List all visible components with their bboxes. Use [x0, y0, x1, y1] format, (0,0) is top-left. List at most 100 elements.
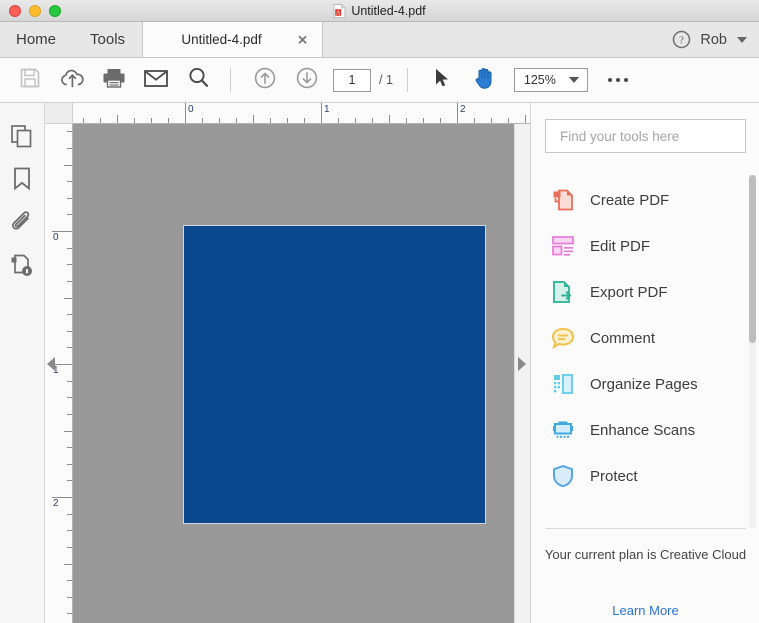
- ruler-minor-tick: [508, 118, 509, 123]
- ruler-label: 2: [460, 104, 466, 115]
- page-thumbnails-button[interactable]: [5, 119, 39, 157]
- tab-untitled-4-pdf[interactable]: Untitled-4.pdf ✕: [142, 22, 324, 57]
- ruler-minor-tick: [67, 380, 72, 382]
- next-page-button[interactable]: [289, 62, 325, 98]
- attachments-button[interactable]: [5, 205, 39, 243]
- more-options-button[interactable]: [607, 77, 629, 83]
- acrobat-pdf-icon: A: [333, 3, 347, 18]
- hand-tool-button[interactable]: [466, 62, 502, 98]
- tool-label: Edit PDF: [590, 237, 651, 255]
- tool-row-enhance-scans[interactable]: Enhance Scans: [545, 407, 746, 453]
- ruler-minor-tick: [389, 115, 390, 123]
- select-tool-button[interactable]: [424, 62, 460, 98]
- learn-more-link[interactable]: Learn More: [531, 603, 759, 618]
- ruler-minor-tick: [67, 330, 72, 332]
- document-vertical-scrollbar[interactable]: [514, 124, 530, 623]
- arrow-up-circle-icon: [253, 66, 277, 95]
- save-button[interactable]: [12, 62, 48, 98]
- zoom-level-select[interactable]: 125%: [513, 68, 588, 92]
- ruler-minor-tick: [67, 280, 72, 282]
- tool-row-organize-pages[interactable]: Organize Pages: [545, 361, 746, 407]
- ruler-major-tick: [321, 103, 322, 123]
- maximize-window-button[interactable]: [49, 4, 61, 17]
- hand-icon: [472, 65, 496, 95]
- previous-page-button[interactable]: [247, 62, 283, 98]
- ruler-minor-tick: [253, 115, 254, 123]
- tool-row-edit-pdf[interactable]: Edit PDF: [545, 223, 746, 269]
- tool-row-create-pdf[interactable]: Create PDF: [545, 177, 746, 223]
- search-button[interactable]: [180, 62, 216, 98]
- ruler-vertical: 012: [45, 124, 73, 623]
- window-titlebar: A Untitled-4.pdf: [0, 0, 759, 22]
- upload-to-cloud-button[interactable]: [54, 62, 90, 98]
- question-circle-icon[interactable]: ?: [672, 30, 691, 49]
- ruler-minor-tick: [219, 118, 220, 123]
- comment-icon: [550, 325, 576, 351]
- envelope-icon: [143, 68, 169, 93]
- ruler-label: 2: [53, 498, 59, 509]
- chevron-down-icon[interactable]: [737, 36, 747, 43]
- ruler-minor-tick: [67, 181, 72, 183]
- document-viewer: 012 012: [45, 103, 530, 623]
- ruler-major-tick: [457, 103, 458, 123]
- close-window-button[interactable]: [9, 4, 21, 17]
- cloud-upload-icon: [60, 66, 85, 95]
- window-controls: [9, 4, 61, 17]
- minimize-window-button[interactable]: [29, 4, 41, 17]
- organize-pages-icon: [550, 371, 576, 397]
- signatures-button[interactable]: [5, 248, 39, 286]
- ruler-minor-tick: [67, 147, 72, 149]
- save-icon: [18, 66, 42, 95]
- user-zone: ? Rob: [672, 22, 759, 57]
- svg-text:?: ?: [679, 35, 684, 47]
- ruler-minor-tick: [100, 118, 101, 123]
- collapse-right-arrow-icon[interactable]: [518, 357, 526, 371]
- ruler-minor-tick: [67, 596, 72, 598]
- svg-text:A: A: [336, 11, 341, 17]
- menu-tools[interactable]: Tools: [73, 22, 142, 57]
- ruler-minor-tick: [64, 164, 72, 166]
- tab-bar: Home Tools Untitled-4.pdf ✕ ? Rob: [0, 22, 759, 58]
- ruler-minor-tick: [67, 214, 72, 216]
- ruler-minor-tick: [67, 447, 72, 449]
- tool-row-export-pdf[interactable]: Export PDF: [545, 269, 746, 315]
- menu-home[interactable]: Home: [0, 22, 73, 57]
- close-icon[interactable]: ✕: [297, 33, 308, 46]
- chevron-down-icon[interactable]: [568, 77, 579, 83]
- collapse-left-arrow-icon[interactable]: [47, 357, 55, 371]
- ruler-minor-tick: [67, 131, 72, 133]
- search-input[interactable]: [560, 128, 740, 144]
- tools-panel-scrollbar-thumb[interactable]: [749, 175, 756, 343]
- tab-bar-filler: [323, 22, 673, 57]
- ruler-minor-tick: [134, 118, 135, 123]
- tool-row-comment[interactable]: Comment: [545, 315, 746, 361]
- ruler-minor-tick: [67, 463, 72, 465]
- user-name[interactable]: Rob: [700, 32, 727, 48]
- tool-row-protect[interactable]: Protect: [545, 453, 746, 499]
- ruler-label: 0: [188, 104, 194, 115]
- bookmarks-button[interactable]: [5, 162, 39, 200]
- ruler-minor-tick: [474, 118, 475, 123]
- magnifier-icon: [186, 65, 211, 95]
- dot-3: [623, 77, 629, 83]
- ruler-minor-tick: [151, 118, 152, 123]
- ruler-minor-tick: [67, 513, 72, 515]
- create-pdf-icon: [550, 187, 576, 213]
- ruler-minor-tick: [67, 314, 72, 316]
- blue-rectangle[interactable]: [183, 225, 486, 524]
- tab-label: Untitled-4.pdf: [181, 32, 262, 47]
- ruler-minor-tick: [423, 118, 424, 123]
- tool-label: Organize Pages: [590, 375, 698, 393]
- email-button[interactable]: [138, 62, 174, 98]
- plan-status-text: Your current plan is Creative Cloud: [544, 547, 747, 562]
- page-canvas[interactable]: [73, 124, 514, 623]
- page-total-label: / 1: [379, 73, 393, 87]
- ruler-minor-tick: [67, 580, 72, 582]
- toolbar-divider-2: [406, 68, 408, 92]
- ruler-minor-tick: [67, 397, 72, 399]
- tools-search-box[interactable]: [545, 119, 746, 153]
- window-title-text: Untitled-4.pdf: [351, 4, 426, 18]
- page-number-input[interactable]: 1: [333, 68, 371, 92]
- print-button[interactable]: [96, 62, 132, 98]
- ruler-minor-tick: [168, 118, 169, 123]
